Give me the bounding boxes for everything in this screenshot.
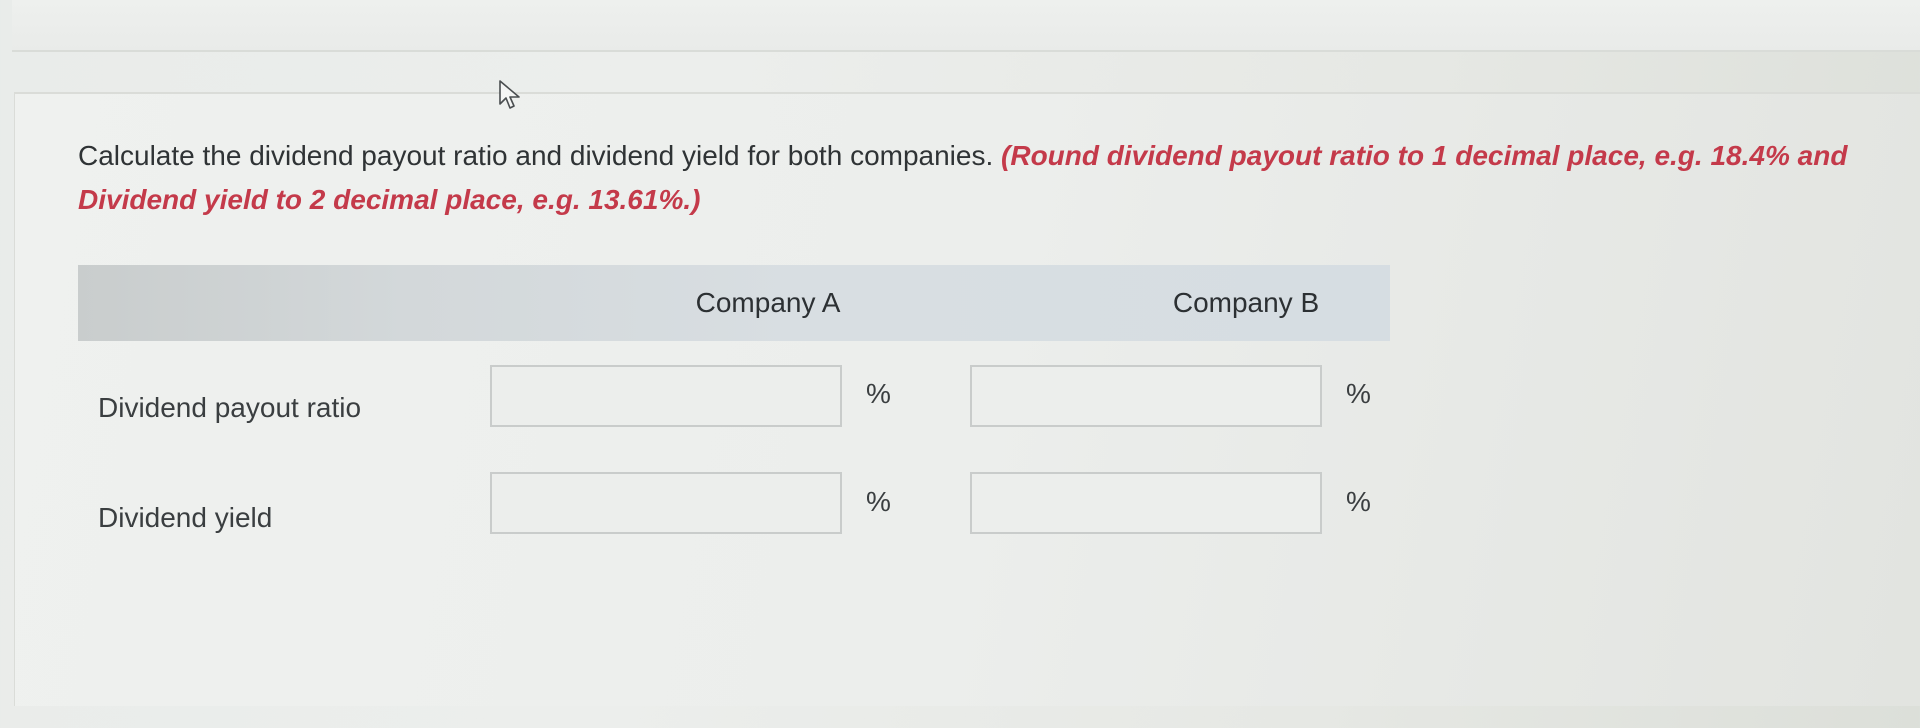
company-a-dividend-payout-ratio-input[interactable]: [490, 365, 842, 427]
table-header: Company A Company B: [78, 265, 1390, 341]
question-instruction: Calculate the dividend payout ratio and …: [78, 140, 1002, 171]
percent-unit: %: [866, 378, 891, 409]
percent-unit: %: [866, 486, 891, 517]
row-label-dividend-yield: Dividend yield: [98, 502, 273, 533]
percent-unit: %: [1346, 378, 1371, 409]
company-a-dividend-yield-input[interactable]: [490, 472, 842, 534]
percent-unit: %: [1346, 486, 1371, 517]
top-bar: [12, 0, 1920, 52]
question-text: Calculate the dividend payout ratio and …: [78, 134, 1858, 222]
company-b-dividend-yield-input[interactable]: [970, 472, 1322, 534]
mouse-pointer-icon: [499, 80, 520, 109]
row-label-dividend-payout-ratio: Dividend payout ratio: [98, 392, 362, 423]
column-header-company-b: Company B: [1172, 287, 1320, 318]
company-b-dividend-payout-ratio-input[interactable]: [970, 365, 1322, 427]
column-header-company-a: Company A: [695, 287, 841, 318]
